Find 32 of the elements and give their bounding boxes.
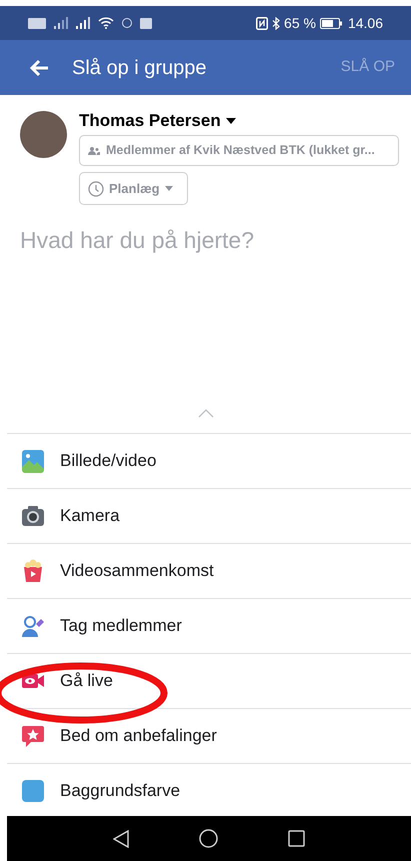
- post-text-field[interactable]: Hvad har du på hjerte?: [20, 223, 391, 393]
- battery-percent: 65 %: [284, 14, 316, 32]
- people-icon: [88, 146, 100, 154]
- person-tag-icon: [21, 614, 45, 638]
- composer-option[interactable]: Kamera: [7, 489, 411, 544]
- camera-icon: [21, 504, 45, 528]
- image-icon: [21, 449, 45, 473]
- nfc-icon: [256, 16, 268, 30]
- clock-icon: [88, 180, 104, 196]
- popcorn-icon: [21, 559, 45, 583]
- caret-icon: [226, 118, 236, 124]
- composer-option[interactable]: Videosammenkomst: [7, 544, 411, 599]
- composer-option[interactable]: Bed om anbefalinger: [7, 709, 411, 764]
- back-icon[interactable]: [113, 830, 129, 848]
- composer-option[interactable]: Gå live: [7, 654, 411, 709]
- author-selector[interactable]: Thomas Petersen: [79, 111, 399, 131]
- composer-option[interactable]: Billede/video: [7, 434, 411, 489]
- bluetooth-icon: [272, 16, 280, 30]
- speech-bubble-star-icon: [21, 724, 45, 748]
- battery-icon: [320, 18, 342, 28]
- caret-icon: [164, 186, 173, 191]
- back-arrow-icon: [29, 58, 49, 76]
- screen-title: Slå op i gruppe: [72, 56, 207, 80]
- clock: 14.06: [348, 14, 383, 32]
- avatar: [20, 111, 67, 158]
- signal-icon: [54, 17, 68, 29]
- wifi-icon: [98, 17, 114, 29]
- composer-option[interactable]: Tag medlemmer: [7, 599, 411, 654]
- home-icon[interactable]: [199, 829, 218, 848]
- recents-icon[interactable]: [288, 830, 305, 847]
- text-style-icon: [21, 779, 45, 803]
- signal-icon: [76, 17, 90, 29]
